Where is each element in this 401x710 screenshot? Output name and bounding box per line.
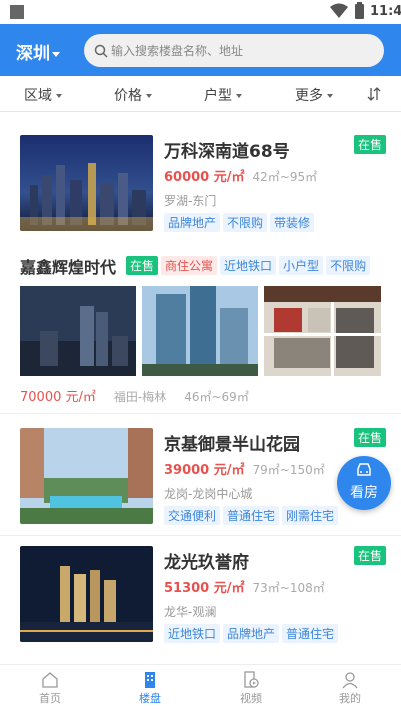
tag: 品牌地产 — [223, 624, 280, 643]
project-price: 70000 元/㎡ 福田-梅林 46㎡~69㎡ — [20, 386, 249, 405]
listing-title: 京基御景半山花园 — [164, 435, 300, 455]
tag: 近地铁口 — [164, 624, 221, 643]
project-photo — [142, 286, 258, 376]
car-icon — [357, 463, 371, 476]
tag: 普通住宅 — [223, 506, 280, 525]
project-area: 46㎡~69㎡ — [184, 390, 249, 404]
price-value: 70000 元/㎡ — [20, 390, 96, 405]
project-tags: 在售 商住公寓 近地铁口 小户型 不限购 — [126, 255, 373, 275]
listing-area: 42㎡~95㎡ — [252, 170, 318, 184]
filter-label: 价格 — [114, 88, 142, 104]
nav-label: 视频 — [240, 692, 262, 705]
sort-icon[interactable] — [367, 86, 381, 102]
price-value: 60000 元/㎡ — [164, 170, 245, 185]
listing-card[interactable]: 龙光玖誉府 在售 51300 元/㎡ 73㎡~108㎡ 龙华-观澜 近地铁口 品牌地… — [20, 546, 386, 643]
battery-icon — [355, 2, 364, 19]
project-card[interactable]: 嘉鑫辉煌时代 在售 商住公寓 近地铁口 小户型 不限购 70000 元/㎡ 福田-梅林 46… — [20, 253, 386, 405]
listing-location: 龙岗-龙岗中心城 — [164, 487, 253, 501]
nav-label: 楼盘 — [139, 692, 161, 705]
search-icon — [94, 44, 108, 58]
caret-down-icon — [327, 94, 333, 98]
top-header: 深圳 输入搜索楼盘名称、地址 — [0, 24, 401, 76]
nav-buildings[interactable]: 楼盘 — [120, 671, 180, 706]
chevron-down-icon — [52, 51, 60, 57]
listing-location: 龙华-观澜 — [164, 605, 217, 619]
wifi-icon — [330, 3, 348, 18]
listing-tags: 品牌地产 不限购 带装修 — [164, 212, 317, 232]
listing-photo — [20, 135, 153, 231]
listing-price: 39000 元/㎡ 79㎡~150㎡ — [164, 459, 325, 478]
nav-profile[interactable]: 我的 — [320, 671, 380, 706]
nav-home[interactable]: 首页 — [20, 671, 80, 706]
listing-price: 51300 元/㎡ 73㎡~108㎡ — [164, 577, 325, 596]
filter-bar: 区域 价格 户型 更多 — [0, 76, 401, 112]
filter-layout[interactable]: 户型 — [204, 85, 242, 105]
tag: 交通便利 — [164, 506, 221, 525]
section-divider — [0, 535, 401, 536]
listing-area: 73㎡~108㎡ — [252, 581, 325, 595]
status-badge: 在售 — [353, 546, 386, 565]
home-icon — [42, 672, 58, 688]
tag: 刚需住宅 — [282, 506, 339, 525]
listing-area: 79㎡~150㎡ — [252, 463, 325, 477]
tag: 近地铁口 — [220, 256, 277, 275]
status-bar: 11:43 — [0, 0, 401, 24]
status-badge: 在售 — [126, 256, 159, 275]
caret-down-icon — [236, 94, 242, 98]
filter-label: 更多 — [295, 88, 323, 104]
nav-label: 我的 — [339, 692, 361, 705]
price-value: 39000 元/㎡ — [164, 463, 245, 478]
user-icon — [342, 672, 358, 689]
project-location: 福田-梅林 — [113, 390, 167, 404]
filter-label: 区域 — [24, 88, 52, 104]
view-house-button[interactable]: 看房 — [337, 456, 391, 510]
listing-location: 罗湖-东门 — [164, 194, 217, 208]
status-badge: 在售 — [353, 135, 386, 154]
status-badge: 在售 — [353, 428, 386, 447]
listing-photo — [20, 546, 153, 642]
project-map — [264, 286, 381, 376]
listing-title: 龙光玖誉府 — [164, 553, 249, 573]
bottom-nav: 首页 楼盘 视频 我的 — [0, 664, 401, 710]
price-value: 51300 元/㎡ — [164, 581, 245, 596]
search-placeholder: 输入搜索楼盘名称、地址 — [111, 44, 244, 58]
listing-tags: 交通便利 普通住宅 刚需住宅 — [164, 505, 341, 525]
building-icon — [145, 672, 155, 688]
caret-down-icon — [56, 94, 62, 98]
tag: 不限购 — [223, 213, 268, 232]
video-icon — [244, 671, 259, 688]
tag: 商住公寓 — [161, 256, 218, 275]
city-selector[interactable]: 深圳 — [16, 39, 60, 64]
tag: 小户型 — [279, 256, 324, 275]
city-label: 深圳 — [16, 44, 50, 64]
listing-card[interactable]: 万科深南道68号 在售 60000 元/㎡ 42㎡~95㎡ 罗湖-东门 品牌地产不… — [20, 135, 386, 232]
project-photo — [20, 286, 136, 376]
nav-video[interactable]: 视频 — [221, 671, 281, 706]
filter-price[interactable]: 价格 — [114, 85, 152, 105]
listing-price: 60000 元/㎡ 42㎡~95㎡ — [164, 166, 317, 185]
tag: 品牌地产 — [164, 213, 221, 232]
filter-region[interactable]: 区域 — [24, 85, 62, 105]
listing-card[interactable]: 京基御景半山花园 在售 39000 元/㎡ 79㎡~150㎡ 龙岗-龙岗中心城 交… — [20, 428, 386, 525]
section-divider — [0, 413, 401, 414]
listing-tags: 近地铁口 品牌地产 普通住宅 — [164, 623, 341, 643]
tag: 普通住宅 — [282, 624, 339, 643]
listing-title: 万科深南道68号 — [164, 142, 290, 162]
filter-more[interactable]: 更多 — [295, 85, 333, 105]
project-title: 嘉鑫辉煌时代 — [20, 258, 117, 277]
listing-photo — [20, 428, 153, 524]
status-time: 11:43 — [370, 4, 401, 19]
tag: 带装修 — [270, 213, 315, 232]
caret-down-icon — [146, 94, 152, 98]
notification-icon — [10, 5, 24, 19]
nav-label: 首页 — [39, 692, 61, 705]
tag: 不限购 — [326, 256, 371, 275]
fab-label: 看房 — [350, 485, 378, 501]
search-input[interactable]: 输入搜索楼盘名称、地址 — [84, 34, 384, 67]
filter-label: 户型 — [204, 88, 232, 104]
